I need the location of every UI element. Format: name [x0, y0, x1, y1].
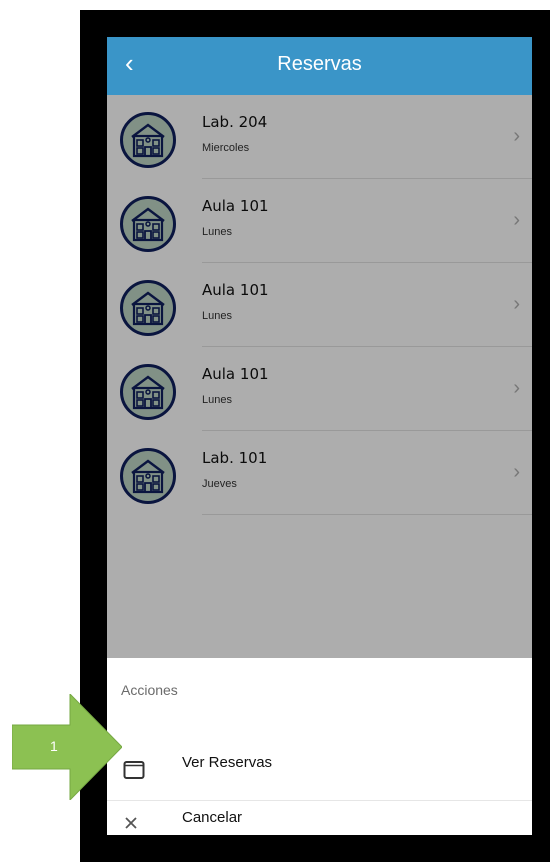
- app-screen: ‹ Reservas Lab. 204 Miercoles › Aula 101…: [107, 37, 532, 835]
- square-icon: [123, 760, 145, 785]
- ver-reservas-label: Ver Reservas: [182, 754, 273, 771]
- cancel-button[interactable]: Cancelar: [107, 800, 532, 835]
- action-sheet-title: Acciones: [121, 682, 178, 698]
- ver-reservas-button[interactable]: Ver Reservas: [107, 746, 532, 798]
- callout-label: 1: [50, 738, 58, 754]
- header-bar: ‹ Reservas: [107, 37, 532, 95]
- modal-backdrop[interactable]: [107, 95, 532, 658]
- callout-arrow-icon: [12, 694, 122, 800]
- close-icon: [123, 815, 139, 835]
- cancel-label: Cancelar: [182, 809, 243, 826]
- action-sheet: Acciones Ver Reservas Cancelar: [107, 658, 532, 835]
- page-title: Reservas: [277, 53, 362, 75]
